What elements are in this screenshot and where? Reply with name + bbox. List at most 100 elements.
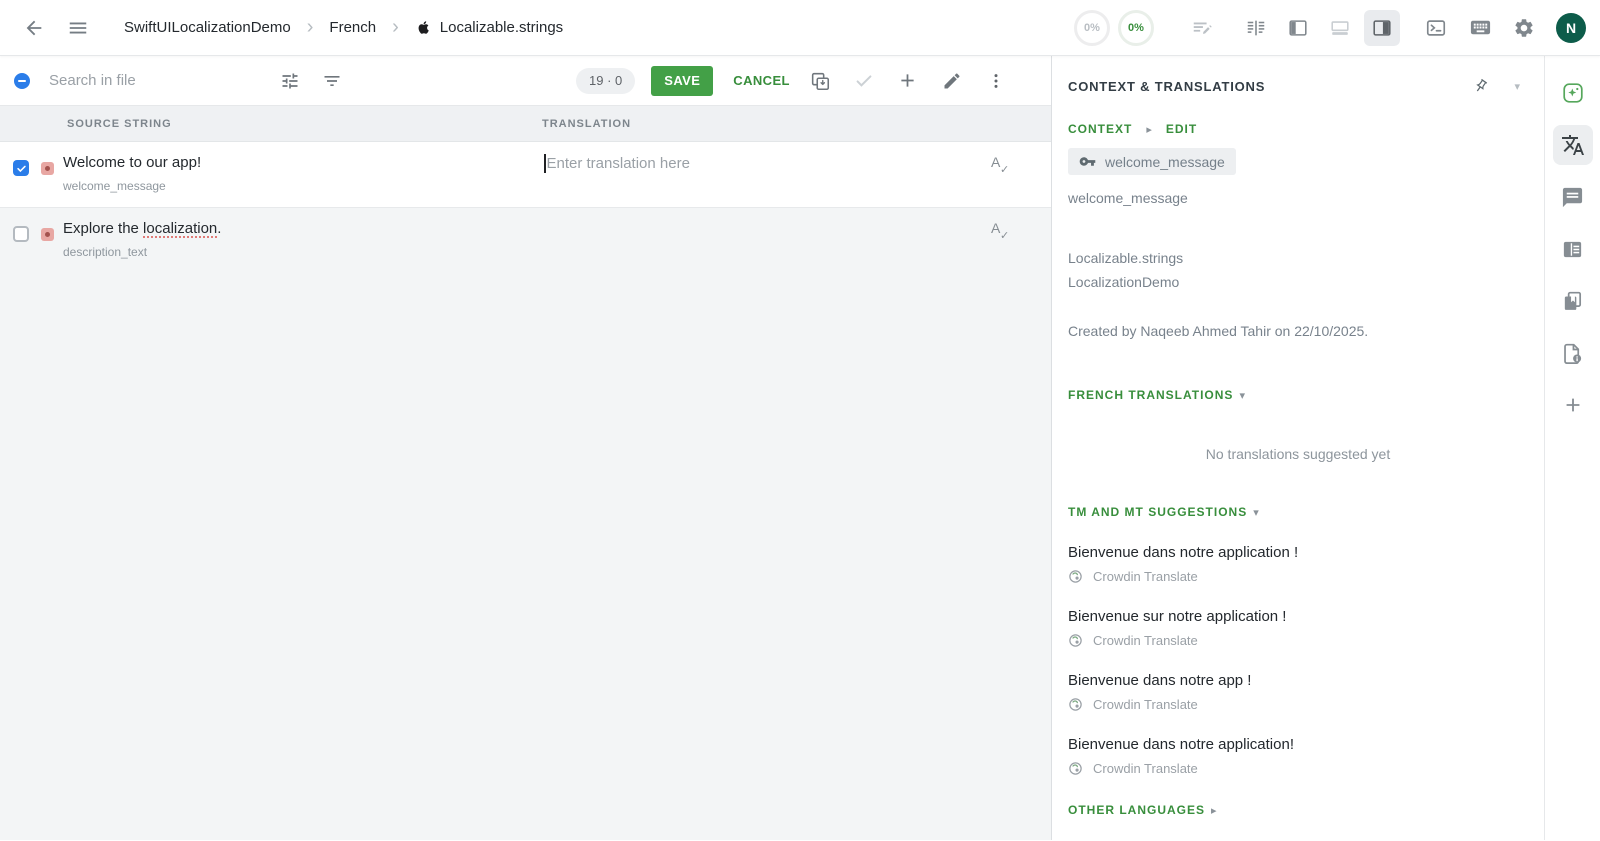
approve-button[interactable] [848, 65, 880, 97]
breadcrumb-project[interactable]: SwiftUILocalizationDemo [124, 19, 291, 36]
plus-icon [1566, 398, 1579, 412]
french-translations-toggle[interactable]: FRENCH TRANSLATIONS [1068, 388, 1233, 402]
left-panel-view-icon [1289, 19, 1307, 36]
ai-assistant-tab[interactable] [1553, 73, 1593, 113]
side-tab-strip [1544, 56, 1600, 840]
translated-progress-badge[interactable]: 0% [1074, 9, 1110, 46]
bookmarked-pages-icon [1564, 291, 1582, 310]
check-icon [856, 74, 872, 87]
add-string-button[interactable] [892, 65, 924, 97]
tm-mt-suggestions-toggle[interactable]: TM AND MT SUGGESTIONS [1068, 505, 1247, 519]
search-input[interactable] [49, 72, 264, 89]
editor-area: 19 · 0 SAVE CANCEL SOURCE STRING TRANSLA… [0, 56, 1052, 840]
suggestion-item[interactable]: Bienvenue dans notre application ! Crowd… [1068, 544, 1528, 584]
approved-progress-badge[interactable]: 0% [1118, 9, 1154, 46]
hamburger-icon [69, 22, 87, 33]
more-options-button[interactable] [980, 65, 1012, 97]
context-panel: CONTEXT & TRANSLATIONS ▾ CONTEXT ▸ EDIT … [1052, 56, 1544, 840]
row-checkbox[interactable] [13, 226, 29, 242]
side-by-side-view-button[interactable] [1238, 10, 1274, 46]
shortcuts-button[interactable] [1462, 10, 1498, 46]
source-text-part: . [217, 220, 222, 237]
console-button[interactable] [1418, 10, 1454, 46]
translation-column-header: TRANSLATION [542, 118, 632, 130]
string-key-chip-label: welcome_message [1105, 153, 1225, 170]
proofread-mode-button[interactable] [1184, 10, 1220, 46]
source-column-header: SOURCE STRING [67, 118, 172, 130]
untranslated-status-icon [41, 162, 54, 175]
cancel-button[interactable]: CANCEL [733, 73, 790, 88]
view-mode-switcher [1238, 9, 1400, 46]
table-row[interactable]: Welcome to our app! welcome_message Ente… [0, 142, 1051, 208]
file-info-icon [1564, 343, 1582, 364]
text-cursor [544, 154, 546, 173]
suggestion-source: Crowdin Translate [1093, 761, 1198, 776]
select-all-checkbox[interactable] [14, 72, 30, 89]
terminal-icon [1426, 19, 1446, 36]
suggestion-source: Crowdin Translate [1093, 569, 1198, 584]
comments-tab[interactable] [1553, 177, 1593, 217]
crowdin-translate-icon [1069, 698, 1082, 711]
pin-icon[interactable] [1468, 73, 1494, 99]
breadcrumb: SwiftUILocalizationDemo › French › Local… [124, 16, 563, 39]
suggestion-item[interactable]: Bienvenue sur notre application ! Crowdi… [1068, 608, 1528, 648]
copy-source-button[interactable] [804, 65, 836, 97]
chevron-right-icon: ▸ [1146, 123, 1152, 136]
suggestion-text: Bienvenue dans notre app ! [1068, 672, 1252, 689]
right-panel-view-button[interactable] [1364, 9, 1400, 46]
comment-icon [1562, 187, 1583, 207]
created-by-line: Created by Naqeeb Ahmed Tahir on 22/10/2… [1068, 323, 1369, 339]
edit-string-button[interactable] [936, 65, 968, 97]
spellcheck-icon[interactable]: A ✓ [991, 155, 1011, 176]
string-counter-value: 19 · 0 [589, 73, 623, 88]
gear-icon [1515, 18, 1533, 37]
breadcrumb-separator: › [306, 16, 314, 38]
translations-tab[interactable] [1552, 125, 1593, 165]
row-checkbox[interactable] [13, 160, 29, 176]
context-file-name: Localizable.strings [1068, 250, 1184, 266]
context-info-tab[interactable] [1553, 229, 1593, 269]
settings-button[interactable] [1506, 10, 1542, 46]
file-info-tab[interactable] [1553, 333, 1593, 373]
context-section-toggle[interactable]: CONTEXT [1068, 122, 1132, 136]
filter-icon [324, 75, 340, 86]
spellcheck-icon[interactable]: A ✓ [991, 221, 1011, 242]
panel-menu-chevron-icon[interactable]: ▾ [1514, 80, 1520, 93]
pencil-icon [944, 72, 960, 88]
crowdin-translate-icon [1069, 570, 1082, 583]
other-languages-toggle[interactable]: OTHER LANGUAGES [1068, 803, 1205, 817]
search-options-button[interactable] [274, 65, 306, 97]
back-button[interactable] [16, 10, 52, 46]
suggestion-source: Crowdin Translate [1093, 697, 1198, 712]
top-header: SwiftUILocalizationDemo › French › Local… [0, 0, 1600, 56]
add-panel-tab[interactable] [1553, 385, 1593, 425]
bottom-panel-view-button[interactable] [1322, 10, 1358, 46]
chevron-down-icon: ▾ [1253, 506, 1259, 519]
avatar-initial: N [1565, 19, 1577, 36]
translation-editor[interactable]: Enter translation here [544, 154, 690, 173]
breadcrumb-file[interactable]: Localizable.strings [415, 19, 563, 36]
avatar[interactable]: N [1556, 12, 1586, 43]
table-header: SOURCE STRING TRANSLATION [0, 106, 1051, 142]
source-text-part: Explore the [63, 220, 144, 237]
string-key-chip[interactable]: welcome_message [1068, 148, 1236, 175]
crowdin-translate-icon [1069, 634, 1082, 647]
breadcrumb-language[interactable]: French [329, 19, 376, 36]
editor-toolbar: 19 · 0 SAVE CANCEL [0, 56, 1051, 106]
tune-icon [282, 73, 298, 88]
source-string: Welcome to our app! [63, 154, 202, 171]
save-button[interactable]: SAVE [651, 65, 714, 96]
check-icon [16, 165, 26, 172]
left-panel-view-button[interactable] [1280, 10, 1316, 46]
glossary-tab[interactable] [1553, 281, 1593, 321]
edit-context-button[interactable]: EDIT [1166, 122, 1197, 136]
apple-icon [418, 21, 429, 34]
filter-button[interactable] [316, 65, 348, 97]
suggestion-item[interactable]: Bienvenue dans notre application! Crowdi… [1068, 736, 1528, 776]
context-key-name: welcome_message [1068, 190, 1188, 206]
menu-button[interactable] [60, 10, 96, 46]
translation-placeholder: Enter translation here [546, 155, 690, 172]
suggestion-item[interactable]: Bienvenue dans notre app ! Crowdin Trans… [1068, 672, 1528, 712]
no-translations-message: No translations suggested yet [1205, 446, 1391, 462]
table-row[interactable]: Explore the localization. description_te… [0, 208, 1051, 270]
